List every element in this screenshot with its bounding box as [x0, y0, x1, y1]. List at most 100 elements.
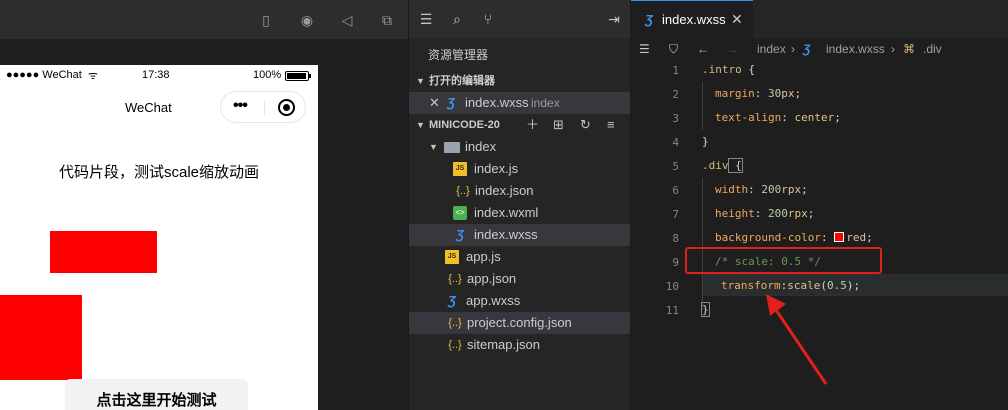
new-folder-icon[interactable]: ⊞ [553, 114, 564, 136]
phone-icon[interactable]: ▯ [257, 11, 275, 29]
line-number: 9 [672, 256, 679, 269]
breadcrumb-symbol[interactable]: .div [923, 38, 942, 60]
tree-item-label: index.wxss [474, 227, 538, 242]
semicolon: ; [794, 87, 802, 100]
chevron-down-icon: ▼ [416, 76, 425, 86]
paren-close: ); [846, 279, 861, 292]
simulator-backdrop-right [318, 40, 408, 410]
window-icon[interactable]: ⧉ [378, 11, 396, 29]
tree-item-label: app.js [466, 249, 501, 264]
list-icon[interactable]: ☰ [639, 38, 650, 60]
semicolon: ; [834, 111, 841, 124]
tree-item-label: index.wxml [474, 205, 539, 220]
css-file-icon: Ʒ [645, 12, 653, 27]
css-file-icon: Ʒ [447, 95, 455, 110]
brace-open: { [741, 63, 755, 76]
tree-file[interactable]: {..} sitemap.json [409, 334, 631, 356]
close-target-icon[interactable] [278, 99, 295, 116]
capsule-divider [264, 100, 265, 116]
menu-capsule[interactable]: ••• [220, 91, 306, 123]
tree-file[interactable]: Ʒapp.wxss [409, 290, 631, 312]
new-file-icon[interactable]: ＋ [526, 114, 539, 136]
brace-close: } [702, 135, 709, 148]
open-editor-item[interactable]: ✕ Ʒ index.wxss index [409, 92, 631, 114]
selector: .intro [702, 63, 742, 76]
back-arrow-icon[interactable]: ← [697, 38, 709, 60]
project-section[interactable]: ▼ MINICODE-20 ＋ ⊞ ↻ ≡ [409, 114, 631, 136]
unit: rpx [787, 207, 808, 220]
search-icon[interactable]: ⌕ [448, 10, 466, 28]
code-line-2[interactable]: margin: 30px; [715, 87, 801, 100]
tree-file[interactable]: Ʒindex.wxss [409, 224, 631, 246]
more-dots-icon[interactable]: ••• [233, 97, 248, 115]
source-control-icon[interactable]: ⑂ [479, 10, 497, 28]
tree-file[interactable]: <> index.wxml [409, 202, 631, 224]
colon: : [820, 231, 835, 244]
color-value: red [846, 231, 867, 244]
tree-file[interactable]: JS index.js [409, 158, 631, 180]
chevron-down-icon: ▼ [416, 120, 425, 130]
section-label: 打开的编辑器 [429, 75, 495, 87]
line-number: 11 [665, 304, 679, 317]
tree-file[interactable]: {..} index.json [409, 180, 631, 202]
refresh-icon[interactable]: ↻ [580, 114, 591, 136]
annotation-arrow-icon [766, 294, 828, 385]
property-name: margin [715, 87, 755, 100]
css-file-icon: Ʒ [448, 293, 456, 308]
property-name: background-color [715, 231, 821, 244]
battery-percent: 100% [253, 69, 282, 81]
breadcrumb: ☰ ⛉ ← → index › Ʒ index.wxss › ⌘ .div [631, 38, 1008, 60]
open-editors-section[interactable]: ▼ 打开的编辑器 [409, 70, 631, 92]
close-icon[interactable]: ✕ [429, 92, 440, 114]
simulator-toolbar: ▯ ◉ ◁ ⧉ [0, 0, 408, 40]
start-test-button[interactable]: 点击这里开始测试 [65, 379, 248, 410]
forward-arrow-icon[interactable]: → [726, 38, 738, 60]
tree-item-label: index.js [474, 161, 519, 176]
code-line-5[interactable]: .div { [702, 158, 743, 173]
code-line-8[interactable]: background-color: red; [715, 231, 873, 244]
code-line-1[interactable]: .intro { [702, 63, 755, 76]
tree-folder[interactable]: ▼ index [409, 136, 631, 158]
close-icon[interactable]: ✕ [731, 11, 743, 28]
line-number: 8 [672, 232, 679, 245]
status-time: 17:38 [142, 69, 170, 81]
css-file-icon: Ʒ [456, 227, 464, 242]
colon: : [754, 87, 768, 100]
chevron-down-icon: ▼ [429, 142, 438, 152]
colon: : [748, 183, 762, 196]
breadcrumb-folder[interactable]: index [757, 38, 786, 60]
collapse-panel-icon[interactable]: ⇥ [605, 10, 623, 28]
folder-icon [444, 142, 460, 153]
code-line-7[interactable]: height: 200rpx; [715, 207, 814, 220]
record-icon[interactable]: ◉ [298, 11, 316, 29]
js-file-icon: JS [453, 162, 467, 176]
number-value: 30 [768, 87, 782, 100]
code-line-6[interactable]: width: 200rpx; [715, 183, 808, 196]
colon: : [754, 207, 768, 220]
scaled-red-box [50, 231, 157, 273]
tab-index-wxss[interactable]: Ʒ index.wxss ✕ [631, 0, 753, 38]
phone-preview: ●●●●● WeChat ᯤ 17:38 100% WeChat ••• 代码片… [0, 65, 318, 410]
line-number: 1 [672, 64, 679, 77]
bookmark-icon[interactable]: ⛉ [669, 38, 678, 60]
line-number: 4 [672, 136, 679, 149]
code-line-4[interactable]: } [702, 135, 709, 148]
tree-item-label: app.json [467, 271, 517, 286]
color-swatch[interactable] [834, 232, 845, 242]
selector: .div [702, 159, 729, 172]
tree-file[interactable]: {..} app.json [409, 268, 631, 290]
json-file-icon: {..} [448, 339, 462, 351]
css-file-icon: Ʒ [803, 42, 811, 56]
breadcrumb-file[interactable]: index.wxss [826, 38, 885, 60]
tree-item-label: app.wxss [466, 293, 521, 308]
tree-file[interactable]: JS app.js [409, 246, 631, 268]
collapse-all-icon[interactable]: ≡ [607, 114, 615, 136]
speaker-icon[interactable]: ◁ [338, 11, 356, 29]
explorer-icon[interactable]: ☰ [417, 10, 435, 28]
tree-file[interactable]: {..} project.config.json [409, 312, 631, 334]
code-line-3[interactable]: text-align: center; [715, 111, 841, 124]
editor-tab-bar: Ʒ index.wxss ✕ [631, 0, 1008, 38]
selector-icon: ⌘ [903, 42, 915, 56]
open-editor-folder: index [531, 96, 560, 110]
code-line-11[interactable]: } [701, 302, 710, 317]
